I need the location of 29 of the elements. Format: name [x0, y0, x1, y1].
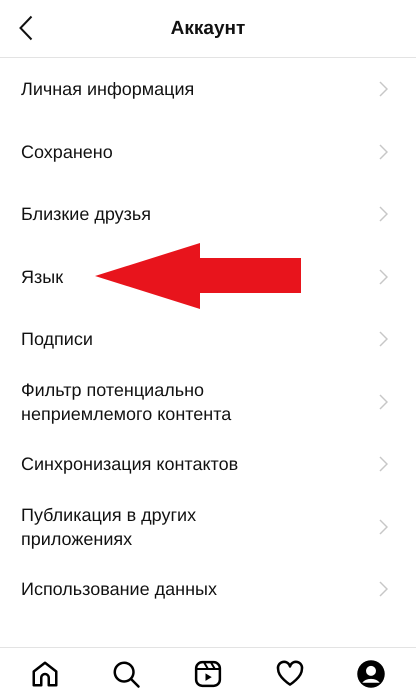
settings-item-label: Использование данных — [21, 578, 217, 602]
back-icon — [19, 15, 33, 41]
settings-item[interactable]: Сохранено — [0, 120, 416, 183]
chevron-icon — [379, 518, 388, 535]
screen-title: Аккаунт — [170, 18, 246, 40]
settings-item[interactable]: Близкие друзья — [0, 183, 416, 246]
settings-item[interactable]: Использование данных — [0, 558, 416, 620]
settings-item-label: Язык — [21, 266, 64, 289]
settings-item-label: Публикация в других приложениях — [21, 504, 198, 551]
settings-item-label: Близкие друзья — [21, 203, 152, 226]
chevron-icon — [379, 268, 388, 285]
chevron-icon — [379, 144, 388, 160]
chevron-icon — [379, 206, 388, 222]
chevron-icon — [379, 81, 388, 98]
settings-item-label: Фильтр потенциально неприемлемого контента — [21, 378, 232, 426]
settings-item-label: Сохранено — [21, 140, 113, 164]
settings-item-label: Личная информация — [21, 78, 194, 102]
settings-item-label: Подписи — [21, 328, 93, 352]
chevron-icon — [379, 456, 388, 472]
settings-item[interactable]: Подписи — [0, 308, 416, 370]
settings-item[interactable]: Личная информация — [0, 58, 416, 120]
chevron-icon — [379, 331, 388, 348]
chevron-icon — [379, 581, 388, 598]
settings-item[interactable]: Синхронизация контактов — [0, 433, 416, 496]
settings-item[interactable]: Публикация в других приложениях — [0, 496, 416, 558]
settings-item[interactable]: Фильтр потенциально неприемлемого контента — [0, 370, 416, 433]
settings-item[interactable]: Язык — [0, 246, 416, 308]
settings-item-label: Синхронизация контактов — [21, 453, 238, 476]
chevron-icon — [379, 394, 388, 410]
